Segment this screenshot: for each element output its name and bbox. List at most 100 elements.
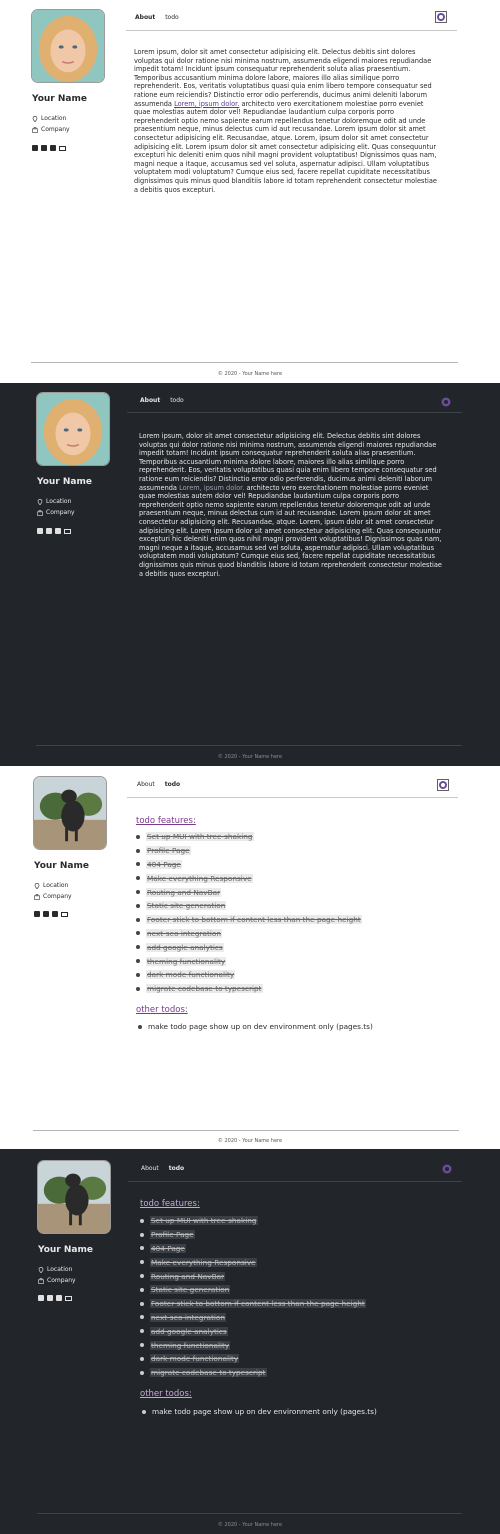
profile-location-label: Location: [43, 882, 69, 889]
avatar: [33, 776, 107, 850]
dog-photo-image: [34, 777, 106, 849]
about-text-part2: architecto vero exercitationem molestiae…: [139, 483, 442, 578]
todo-features-list: Set up MUI with tree-shaking Profile Pag…: [140, 1214, 366, 1380]
briefcase-icon: [32, 126, 38, 133]
github-icon[interactable]: [47, 1295, 53, 1301]
list-item: Static site generation: [140, 1283, 366, 1297]
profile-location: Location: [32, 115, 66, 122]
nav-about[interactable]: About: [137, 781, 155, 788]
nav-divider: [128, 1181, 462, 1182]
list-item: Make everything Responsive: [140, 1255, 366, 1269]
nav-about[interactable]: About: [135, 14, 155, 21]
about-text-part2: architecto vero exercitationem molestiae…: [134, 99, 437, 194]
profile-name: Your Name: [37, 477, 92, 487]
navbar: About todo: [140, 397, 184, 404]
other-todos-heading: other todos:: [136, 1005, 188, 1015]
footer-text: © 2020 - Your Name here: [217, 754, 283, 760]
linkedin-icon[interactable]: [32, 145, 38, 151]
linkedin-icon[interactable]: [38, 1295, 44, 1301]
nav-divider: [127, 797, 458, 798]
social-links: [32, 145, 66, 151]
linkedin-icon[interactable]: [37, 528, 43, 534]
profile-company: Company: [32, 126, 70, 133]
todo-page-light: Your Name Location Company About todo to…: [0, 766, 500, 1149]
todo-features-heading: todo features:: [136, 816, 196, 826]
list-item: Set up MUI with tree-shaking: [140, 1214, 366, 1228]
github-icon[interactable]: [43, 911, 49, 917]
woman-portrait-image: [32, 10, 104, 82]
nav-about[interactable]: About: [140, 397, 160, 404]
list-item: theming functionality: [136, 954, 362, 968]
list-item: add google analytics: [136, 940, 362, 954]
profile-location-label: Location: [41, 115, 67, 122]
nav-todo[interactable]: todo: [169, 1165, 184, 1172]
profile-location-label: Location: [46, 498, 72, 505]
twitter-icon[interactable]: [55, 528, 61, 534]
list-item: Routing and NavBar: [136, 885, 362, 899]
location-pin-icon: [34, 882, 40, 889]
list-item: next-seo integration: [136, 927, 362, 941]
list-item: Set up MUI with tree-shaking: [136, 830, 362, 844]
profile-location: Location: [37, 498, 71, 505]
navbar: About todo: [137, 781, 180, 788]
avatar: [37, 1160, 111, 1234]
briefcase-icon: [38, 1277, 44, 1284]
profile-company: Company: [34, 893, 72, 900]
footer-divider: [31, 362, 458, 363]
list-item: Routing and NavBar: [140, 1269, 366, 1283]
about-page-dark: Your Name Location Company About todo Lo…: [0, 383, 500, 766]
linkedin-icon[interactable]: [34, 911, 40, 917]
about-text: Lorem ipsum, dolor sit amet consectetur …: [134, 48, 440, 194]
list-item: theming functionality: [140, 1338, 366, 1352]
twitter-icon[interactable]: [56, 1295, 62, 1301]
list-item: Make everything Responsive: [136, 871, 362, 885]
avatar: [31, 9, 105, 83]
dog-photo-image: [38, 1161, 110, 1233]
nav-todo[interactable]: todo: [170, 397, 184, 404]
theme-toggle-icon[interactable]: [435, 11, 447, 23]
mail-icon[interactable]: [59, 146, 66, 151]
navbar: About todo: [135, 14, 179, 21]
todo-page-dark: Your Name Location Company About todo to…: [0, 1149, 500, 1534]
footer-text: © 2020 - Your Name here: [217, 1138, 283, 1144]
theme-toggle-icon[interactable]: [440, 396, 452, 408]
mail-icon[interactable]: [64, 529, 71, 534]
nav-about[interactable]: About: [141, 1165, 159, 1172]
footer-text: © 2020 - Your Name here: [217, 371, 283, 377]
github-icon[interactable]: [41, 145, 47, 151]
github-icon[interactable]: [46, 528, 52, 534]
other-todos-list: make todo page show up on dev environmen…: [138, 1022, 373, 1031]
todo-features-heading: todo features:: [140, 1199, 200, 1209]
nav-todo[interactable]: todo: [165, 14, 179, 21]
profile-company-label: Company: [41, 126, 70, 133]
theme-toggle-icon[interactable]: [437, 779, 449, 791]
list-item: make todo page show up on dev environmen…: [138, 1022, 373, 1031]
other-todos-heading: other todos:: [140, 1389, 192, 1399]
list-item: add google analytics: [140, 1324, 366, 1338]
nav-todo[interactable]: todo: [165, 781, 180, 788]
mail-icon[interactable]: [61, 912, 68, 917]
list-item: Profile Page: [140, 1228, 366, 1242]
list-item: Profile Page: [136, 844, 362, 858]
list-item: Footer stick to bottom if content less t…: [136, 913, 362, 927]
twitter-icon[interactable]: [50, 145, 56, 151]
list-item: next-seo integration: [140, 1311, 366, 1325]
theme-toggle-icon[interactable]: [441, 1163, 453, 1175]
social-links: [38, 1295, 72, 1301]
footer-divider: [36, 745, 462, 746]
list-item: migrate codebase to typescript: [140, 1366, 366, 1380]
twitter-icon[interactable]: [52, 911, 58, 917]
mail-icon[interactable]: [65, 1296, 72, 1301]
profile-company: Company: [38, 1277, 76, 1284]
briefcase-icon: [37, 509, 43, 516]
profile-name: Your Name: [32, 94, 87, 104]
footer-divider: [37, 1513, 462, 1514]
profile-company-label: Company: [47, 1277, 76, 1284]
social-links: [34, 911, 68, 917]
about-inline-link[interactable]: Lorem, ipsum dolor.: [179, 484, 244, 492]
list-item: dark mode functionality: [140, 1352, 366, 1366]
navbar: About todo: [141, 1165, 184, 1172]
footer-text: © 2020 - Your Name here: [217, 1522, 283, 1528]
about-inline-link[interactable]: Lorem, ipsum dolor.: [174, 100, 239, 108]
profile-location: Location: [34, 882, 68, 889]
